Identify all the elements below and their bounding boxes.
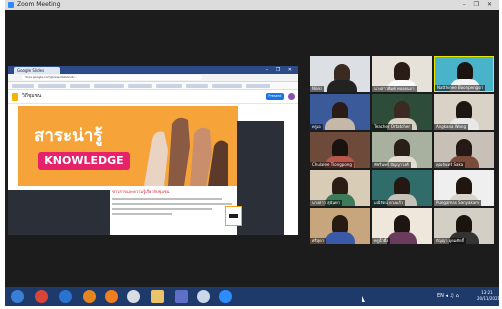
slide-heading: ข่าวสารและความรู้เกี่ยวกับชุมชน <box>112 189 170 194</box>
present-button[interactable]: Present <box>266 93 284 100</box>
participant-tile[interactable]: Angkana Wong <box>434 94 494 130</box>
bookmark-item[interactable] <box>12 84 34 88</box>
start-button[interactable] <box>11 290 24 303</box>
participant-name: Angkana Wong <box>434 124 469 130</box>
zoom-titlebar: Zoom Meeting – ❐ ✕ <box>5 0 499 10</box>
participant-tile[interactable]: ครูน้ำผึ้ง <box>372 208 432 244</box>
file-explorer-icon[interactable] <box>151 290 164 303</box>
taskbar-clock[interactable]: 13:21 20/11/2021 <box>477 290 501 302</box>
chrome-icon[interactable] <box>35 290 48 303</box>
participant-tile[interactable]: Chulalee Tlongpong <box>310 132 370 168</box>
bookmark-item[interactable] <box>38 84 66 88</box>
firefox-icon[interactable] <box>105 290 118 303</box>
window-controls[interactable]: – ❐ ✕ <box>463 0 495 10</box>
paint-icon[interactable] <box>127 290 140 303</box>
clock-app-icon[interactable] <box>197 290 210 303</box>
participant-name: ครูเอ <box>310 124 323 130</box>
browser-window-controls[interactable]: – ❐ ✕ <box>266 66 295 74</box>
avatar[interactable] <box>288 93 295 100</box>
participant-name: ครูน้ำผึ้ง <box>372 238 391 244</box>
bookmarks-bar <box>8 82 298 90</box>
participant-tile[interactable]: นางสาวพิมพ์ พลอยนภา <box>372 56 432 92</box>
participant-name: ศรีสุดา <box>310 238 326 244</box>
participant-tile[interactable]: ศรีสุดา <box>310 208 370 244</box>
participant-tile[interactable]: Nikki <box>310 56 370 92</box>
bookmark-item[interactable] <box>128 84 152 88</box>
participant-name: มณีรัตน์ ดวงแก้ว <box>372 200 406 206</box>
participant-tile[interactable]: ครูเอ <box>310 94 370 130</box>
bookmark-item[interactable] <box>94 84 124 88</box>
bookmark-item[interactable] <box>212 84 242 88</box>
app-viewer-icon[interactable] <box>175 290 188 303</box>
participant-name: Pungamas Sanyakam <box>434 200 482 206</box>
text-line <box>112 208 212 210</box>
slide-canvas: สาระน่ารู้ KNOWLEDGE <box>18 106 238 186</box>
system-tray[interactable]: EN ◂ ♫ ⌂ <box>437 292 475 300</box>
participant-tile[interactable]: มณีรัตน์ ดวงแก้ว <box>372 170 432 206</box>
participant-name: Nikki <box>310 86 324 92</box>
text-line <box>112 203 232 205</box>
redacted-region <box>8 190 110 235</box>
participant-name: คุณจันทร์ Saka <box>434 162 466 168</box>
participant-tile[interactable]: นางสาว สุนันทา <box>310 170 370 206</box>
url-field[interactable]: docs.google.com/presentation/d/... <box>22 75 202 80</box>
bookmark-item[interactable] <box>70 84 90 88</box>
slide-pill: KNOWLEDGE <box>38 152 130 170</box>
participant-tile[interactable]: พัชรินทร์ ปัญญาวงศ์ <box>372 132 432 168</box>
browser-tabstrip: Google Slides – ❐ ✕ <box>8 66 298 74</box>
bookmark-item[interactable] <box>156 84 182 88</box>
shared-screen: Google Slides – ❐ ✕ docs.google.com/pres… <box>8 66 298 235</box>
browser-tab[interactable]: Google Slides <box>14 67 60 74</box>
redacted-region <box>237 121 284 235</box>
mouse-cursor-icon <box>362 296 365 302</box>
slide-title: สาระน่ารู้ <box>34 126 103 146</box>
text-line <box>112 213 172 215</box>
participant-tile[interactable]: คุณจันทร์ Saka <box>434 132 494 168</box>
participant-tile[interactable]: Teacher Ortatcher <box>372 94 432 130</box>
participant-name: Teacher Ortatcher <box>372 124 413 130</box>
zoom-icon <box>8 2 14 8</box>
document-name[interactable]: วิถีชุมชน <box>22 92 41 100</box>
participant-name: นางสาว สุนันทา <box>310 200 342 206</box>
zoom-taskbar-icon[interactable] <box>219 290 232 303</box>
participant-name: พัชรินทร์ ปัญญาวงศ์ <box>372 162 411 168</box>
participant-name: กัญญา อุดมศักดิ์ <box>434 238 466 244</box>
text-line <box>112 198 222 200</box>
participant-tile[interactable]: กัญญา อุดมศักดิ์ <box>434 208 494 244</box>
clock-date: 20/11/2021 <box>477 296 501 301</box>
raised-fists-icon <box>144 117 228 186</box>
participant-name: นางสาวพิมพ์ พลอยนภา <box>372 86 417 92</box>
slides-logo-icon <box>12 93 18 101</box>
participant-name: Natthinee Boonpengsri <box>435 85 486 91</box>
windows-taskbar: EN ◂ ♫ ⌂ 13:21 20/11/2021 <box>5 287 501 306</box>
participant-tile-active[interactable]: Natthinee Boonpengsri <box>434 56 494 92</box>
media-player-icon[interactable] <box>83 290 96 303</box>
participant-tile[interactable]: Pungamas Sanyakam <box>434 170 494 206</box>
bookmark-item[interactable] <box>186 84 208 88</box>
slides-toolbar: วิถีชุมชน Present <box>8 90 298 104</box>
internet-explorer-icon[interactable] <box>59 290 72 303</box>
window-title: Zoom Meeting <box>17 1 61 8</box>
address-bar: docs.google.com/presentation/d/... <box>8 74 298 82</box>
participant-name: Chulalee Tlongpong <box>310 162 354 168</box>
highlighted-element <box>225 206 242 226</box>
bookmark-item[interactable] <box>246 84 270 88</box>
